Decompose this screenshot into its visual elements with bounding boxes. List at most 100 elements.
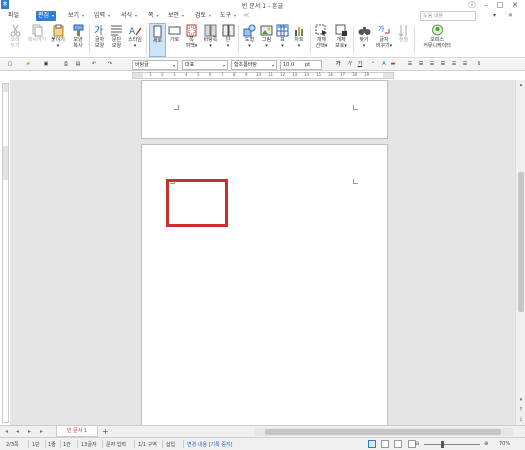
zoom-level[interactable]: 70% (499, 441, 510, 447)
add-tab-button[interactable]: + (102, 427, 109, 436)
prev-page-icon[interactable]: ⤒ (517, 406, 525, 414)
bold-button[interactable]: 가 (334, 60, 342, 70)
paste-button[interactable]: 붙이기 ▾ (48, 23, 68, 57)
next-page-icon[interactable]: ⤓ (517, 415, 525, 423)
menu-review[interactable]: 검토 ▾ (193, 11, 213, 21)
vertical-orientation-button[interactable]: 세로 (149, 23, 166, 57)
column-button[interactable]: 단 ▾ (221, 23, 235, 57)
vertical-ruler[interactable] (2, 83, 9, 423)
object-protect-button[interactable]: 개체 보호▾ (332, 23, 350, 57)
status-char-count: 13글자 (81, 442, 97, 448)
menu-insert[interactable]: 입력 ▾ (92, 11, 112, 21)
char-shape-button[interactable]: 가 글자 모양 (91, 23, 108, 57)
collapse-ribbon-icon[interactable]: ≪ (241, 11, 251, 21)
highlight-icon[interactable]: ▬ (389, 60, 397, 70)
status-page[interactable]: 2/3쪽 (6, 441, 19, 448)
style-select[interactable]: 바탕글 ▾ (132, 60, 178, 70)
horizontal-scrollbar[interactable] (255, 428, 513, 436)
align-distribute-icon[interactable]: ☰ (450, 60, 458, 70)
new-doc-icon[interactable]: ▢ (6, 60, 14, 70)
zoom-slider[interactable] (424, 444, 480, 445)
zoom-in-button[interactable]: ⊕ (484, 441, 488, 447)
sort-button[interactable]: 정렬 (396, 23, 411, 57)
scroll-down-icon[interactable]: ▾ (517, 396, 525, 404)
scrollbar-thumb[interactable] (518, 172, 524, 312)
web-view-icon[interactable] (381, 440, 389, 448)
scroll-up-icon[interactable]: ▴ (517, 81, 525, 89)
table-button[interactable]: 표 ▾ (275, 23, 290, 57)
language-select[interactable]: 대표 ▾ (182, 60, 228, 70)
strikethrough-icon[interactable]: ᵃ (369, 60, 377, 70)
status-insert-mode[interactable]: 삽입 (166, 441, 175, 448)
next-tab-icon[interactable]: ▸ (28, 428, 31, 435)
full-view-icon[interactable] (394, 440, 402, 448)
font-size-input[interactable]: 10.0 pt (280, 60, 322, 70)
last-tab-icon[interactable]: ▸ (40, 428, 43, 435)
horizontal-scrollbar-thumb[interactable] (265, 429, 501, 435)
status-line: 1줄 (48, 442, 56, 448)
normal-view-icon[interactable] (368, 440, 376, 448)
vertical-scrollbar[interactable]: ▴ ▾ ⤒ ⤓ (515, 80, 525, 425)
minimize-button[interactable]: – (480, 0, 492, 10)
menu-page[interactable]: 쪽 ▾ (146, 11, 161, 21)
page-2[interactable] (141, 144, 388, 434)
font-select[interactable]: 함초롬바탕 ▾ (231, 60, 277, 70)
status-track-changes[interactable]: 변경 내용 [기록 중지] (187, 441, 232, 448)
copy-button[interactable]: 복사하기 (27, 23, 47, 57)
align-right-icon[interactable]: ☰ (428, 60, 436, 70)
close-doc-icon[interactable]: ✕ (508, 11, 513, 21)
help-search-input[interactable]: 도움 내용 (420, 11, 476, 21)
ruler-margin-right (383, 73, 393, 78)
para-shape-button[interactable]: 문단 모양 (108, 23, 125, 57)
page-1[interactable] (141, 80, 388, 139)
prev-tab-icon[interactable]: ◂ (16, 428, 19, 435)
first-tab-icon[interactable]: ◂ (5, 428, 8, 435)
picture-button[interactable]: 그림 ▾ (258, 23, 275, 57)
horizontal-ruler[interactable]: 1 2 3 4 5 6 7 8 9 10 11 12 13 14 15 16 1… (132, 72, 394, 79)
tab-document-1[interactable]: 빈 문서 1 (56, 426, 98, 437)
align-left-icon[interactable]: ☰ (417, 60, 425, 70)
italic-button[interactable]: 가 (345, 60, 353, 70)
align-justify-icon[interactable]: ☰ (406, 60, 414, 70)
style-button[interactable]: A 스타일 ▾ (126, 23, 144, 57)
background-button[interactable]: 바탕쪽 ▾ (201, 23, 220, 57)
save-icon[interactable]: ▣ (42, 60, 50, 70)
maximize-button[interactable]: □ (494, 0, 506, 10)
replace-label-2: 바꾸기▾ (375, 43, 393, 49)
menu-view[interactable]: 보기 ▾ (66, 11, 86, 21)
redo-icon[interactable]: ↷ (106, 60, 114, 70)
text-color-icon[interactable]: A (380, 60, 388, 70)
help-icon[interactable]: ⓘ (466, 0, 478, 10)
find-button[interactable]: 찾기 ▾ (356, 23, 372, 57)
ribbon-options-icon[interactable]: ▾ (493, 11, 496, 21)
menu-security[interactable]: 보안 ▾ (166, 11, 186, 21)
menu-tools[interactable]: 도구 ▾ (218, 11, 238, 21)
print-icon[interactable]: ⎙ (62, 60, 70, 70)
office-community-button[interactable]: 오피스 커뮤니케이터 (418, 23, 456, 57)
open-folder-icon[interactable]: ▰ (24, 60, 32, 70)
horizontal-orientation-button[interactable]: 가로 (167, 23, 182, 57)
replace-icon: 가 (378, 24, 389, 34)
chart-button[interactable]: 차트 ▾ (291, 23, 307, 57)
page-margin-button[interactable]: 쪽 여백▾ (183, 23, 200, 57)
close-button[interactable]: ✕ (509, 0, 521, 10)
zoom-slider-knob[interactable] (441, 441, 444, 448)
menu-file[interactable]: 파일 (6, 11, 21, 21)
replace-button[interactable]: 가 글자 바꾸기▾ (374, 23, 394, 57)
align-center-icon[interactable]: ☰ (439, 60, 447, 70)
zoom-out-button[interactable]: ⊖ (415, 441, 419, 447)
preview-icon[interactable]: ▤ (74, 60, 82, 70)
select-object-button[interactable]: 개체 선택▾ (313, 23, 330, 57)
menu-format[interactable]: 서식 ▾ (119, 11, 139, 21)
cut-button[interactable]: 오려 두기 (4, 23, 26, 57)
ruler-number: 11 (268, 72, 274, 77)
format-copy-button[interactable]: 모양 복사 (69, 23, 87, 57)
text-box[interactable] (166, 179, 228, 227)
document-workspace[interactable] (10, 80, 515, 434)
align-divide-icon[interactable]: ☰ (461, 60, 469, 70)
line-spacing-icon[interactable]: ⇕ (475, 60, 483, 70)
undo-icon[interactable]: ↶ (90, 60, 98, 70)
menu-edit[interactable]: 편집 ▾ (36, 11, 57, 21)
shape-button[interactable]: 도형 ▾ (241, 23, 258, 57)
underline-button[interactable]: 가 (356, 60, 364, 70)
